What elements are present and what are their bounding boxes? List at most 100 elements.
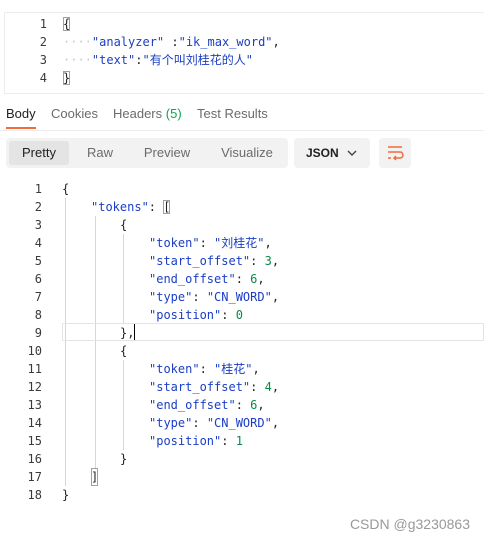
- indent-dots: ····: [63, 53, 92, 67]
- watermark: CSDN @g3230863: [349, 516, 470, 532]
- response-tabs: Body Cookies Headers (5) Test Results: [0, 104, 484, 131]
- wrap-lines-button[interactable]: [379, 138, 411, 168]
- line-number: 17: [27, 470, 42, 484]
- open-bracket: [: [163, 200, 171, 214]
- line-number: 10: [27, 344, 42, 358]
- response-line: 8 "position": 0: [0, 306, 484, 324]
- analyzer-key: "analyzer": [91, 35, 165, 49]
- tab-cookies[interactable]: Cookies: [51, 104, 98, 124]
- colon: :: [199, 236, 215, 250]
- line-number: 5: [34, 254, 42, 268]
- line-number: 13: [27, 398, 42, 412]
- comma: ,: [271, 416, 280, 430]
- tokens-key: "tokens": [91, 200, 149, 214]
- text-key: "text": [91, 53, 136, 67]
- type-key: "type": [149, 290, 193, 304]
- format-dropdown[interactable]: JSON: [294, 138, 370, 168]
- line-number: 18: [27, 488, 42, 502]
- line-number: 11: [27, 362, 42, 376]
- editor-line: 2 ····"analyzer" :"ik_max_word",: [5, 33, 484, 51]
- start-offset-value: 3: [264, 254, 272, 268]
- close-brace: }: [120, 452, 128, 466]
- response-line: 3 {: [0, 216, 484, 234]
- tab-headers-label: Headers: [113, 106, 163, 121]
- line-number: 16: [27, 452, 42, 466]
- colon: :: [250, 380, 265, 394]
- open-brace: {: [120, 218, 128, 232]
- end-offset-key: "end_offset": [149, 272, 236, 286]
- view-visualize-button[interactable]: Visualize: [208, 141, 286, 165]
- response-line: 15 "position": 1: [0, 432, 484, 450]
- editor-line: 3 ····"text":"有个叫刘桂花的人": [5, 51, 484, 69]
- open-brace: {: [62, 182, 70, 196]
- line-number: 12: [27, 380, 42, 394]
- colon: :: [192, 416, 207, 430]
- line-number: 1: [39, 17, 47, 31]
- line-number: 3: [34, 218, 42, 232]
- response-line: 4 "token": "刘桂花",: [0, 234, 484, 252]
- colon: :: [250, 254, 265, 268]
- token-value: "刘桂花": [214, 236, 265, 250]
- position-key: "position": [149, 434, 222, 448]
- start-offset-value: 4: [264, 380, 272, 394]
- colon: :: [199, 362, 215, 376]
- response-line: 14 "type": "CN_WORD",: [0, 414, 484, 432]
- response-line: 2 "tokens": [: [0, 198, 484, 216]
- separator: :: [135, 53, 143, 67]
- colon: :: [148, 200, 164, 214]
- view-raw-button[interactable]: Raw: [72, 141, 128, 165]
- response-line: 11 "token": "桂花",: [0, 360, 484, 378]
- token-key: "token": [149, 362, 200, 376]
- colon: :: [221, 308, 236, 322]
- position-key: "position": [149, 308, 222, 322]
- comma: ,: [257, 272, 265, 286]
- line-number: 15: [27, 434, 42, 448]
- tab-headers[interactable]: Headers (5): [113, 104, 182, 124]
- tab-body[interactable]: Body: [6, 104, 36, 124]
- format-selected: JSON: [306, 146, 339, 160]
- comma: ,: [272, 35, 280, 49]
- response-line: 1 {: [0, 180, 484, 198]
- request-body-editor[interactable]: 1 { 2 ····"analyzer" :"ik_max_word", 3 ·…: [4, 12, 484, 94]
- response-line: 10 {: [0, 342, 484, 360]
- view-mode-selector: Pretty Raw Preview Visualize: [6, 138, 288, 168]
- type-value: "CN_WORD": [206, 416, 272, 430]
- line-number: 2: [39, 35, 47, 49]
- comma: ,: [252, 362, 260, 376]
- line-number: 14: [27, 416, 42, 430]
- editor-line: 1 {: [5, 15, 484, 33]
- response-line: 9 },: [0, 324, 484, 342]
- text-value: "有个叫刘桂花的人": [142, 53, 253, 67]
- line-number: 8: [34, 308, 42, 322]
- response-line: 13 "end_offset": 6,: [0, 396, 484, 414]
- response-line: 18 }: [0, 486, 484, 504]
- line-number: 9: [34, 326, 42, 340]
- close-bracket: ]: [91, 468, 99, 486]
- line-number: 2: [34, 200, 42, 214]
- response-line: 16 }: [0, 450, 484, 468]
- token-value: "桂花": [214, 362, 253, 376]
- view-pretty-button[interactable]: Pretty: [9, 141, 69, 165]
- response-line: 7 "type": "CN_WORD",: [0, 288, 484, 306]
- token-key: "token": [149, 236, 200, 250]
- colon: :: [192, 290, 207, 304]
- response-line: 12 "start_offset": 4,: [0, 378, 484, 396]
- line-number: 7: [34, 290, 42, 304]
- close-brace: }: [62, 488, 70, 502]
- comma: ,: [264, 236, 272, 250]
- comma: ,: [271, 290, 280, 304]
- line-number: 1: [34, 182, 42, 196]
- comma: ,: [257, 398, 265, 412]
- colon: :: [235, 272, 251, 286]
- response-line: 5 "start_offset": 3,: [0, 252, 484, 270]
- view-preview-button[interactable]: Preview: [132, 141, 202, 165]
- start-offset-key: "start_offset": [149, 380, 251, 394]
- type-value: "CN_WORD": [206, 290, 272, 304]
- tab-test-results[interactable]: Test Results: [197, 104, 268, 124]
- wrap-lines-icon: [379, 146, 411, 172]
- separator: :: [164, 35, 179, 49]
- indent-dots: ····: [63, 35, 92, 49]
- chevron-down-icon: [346, 138, 358, 179]
- colon: :: [235, 398, 251, 412]
- start-offset-key: "start_offset": [149, 254, 251, 268]
